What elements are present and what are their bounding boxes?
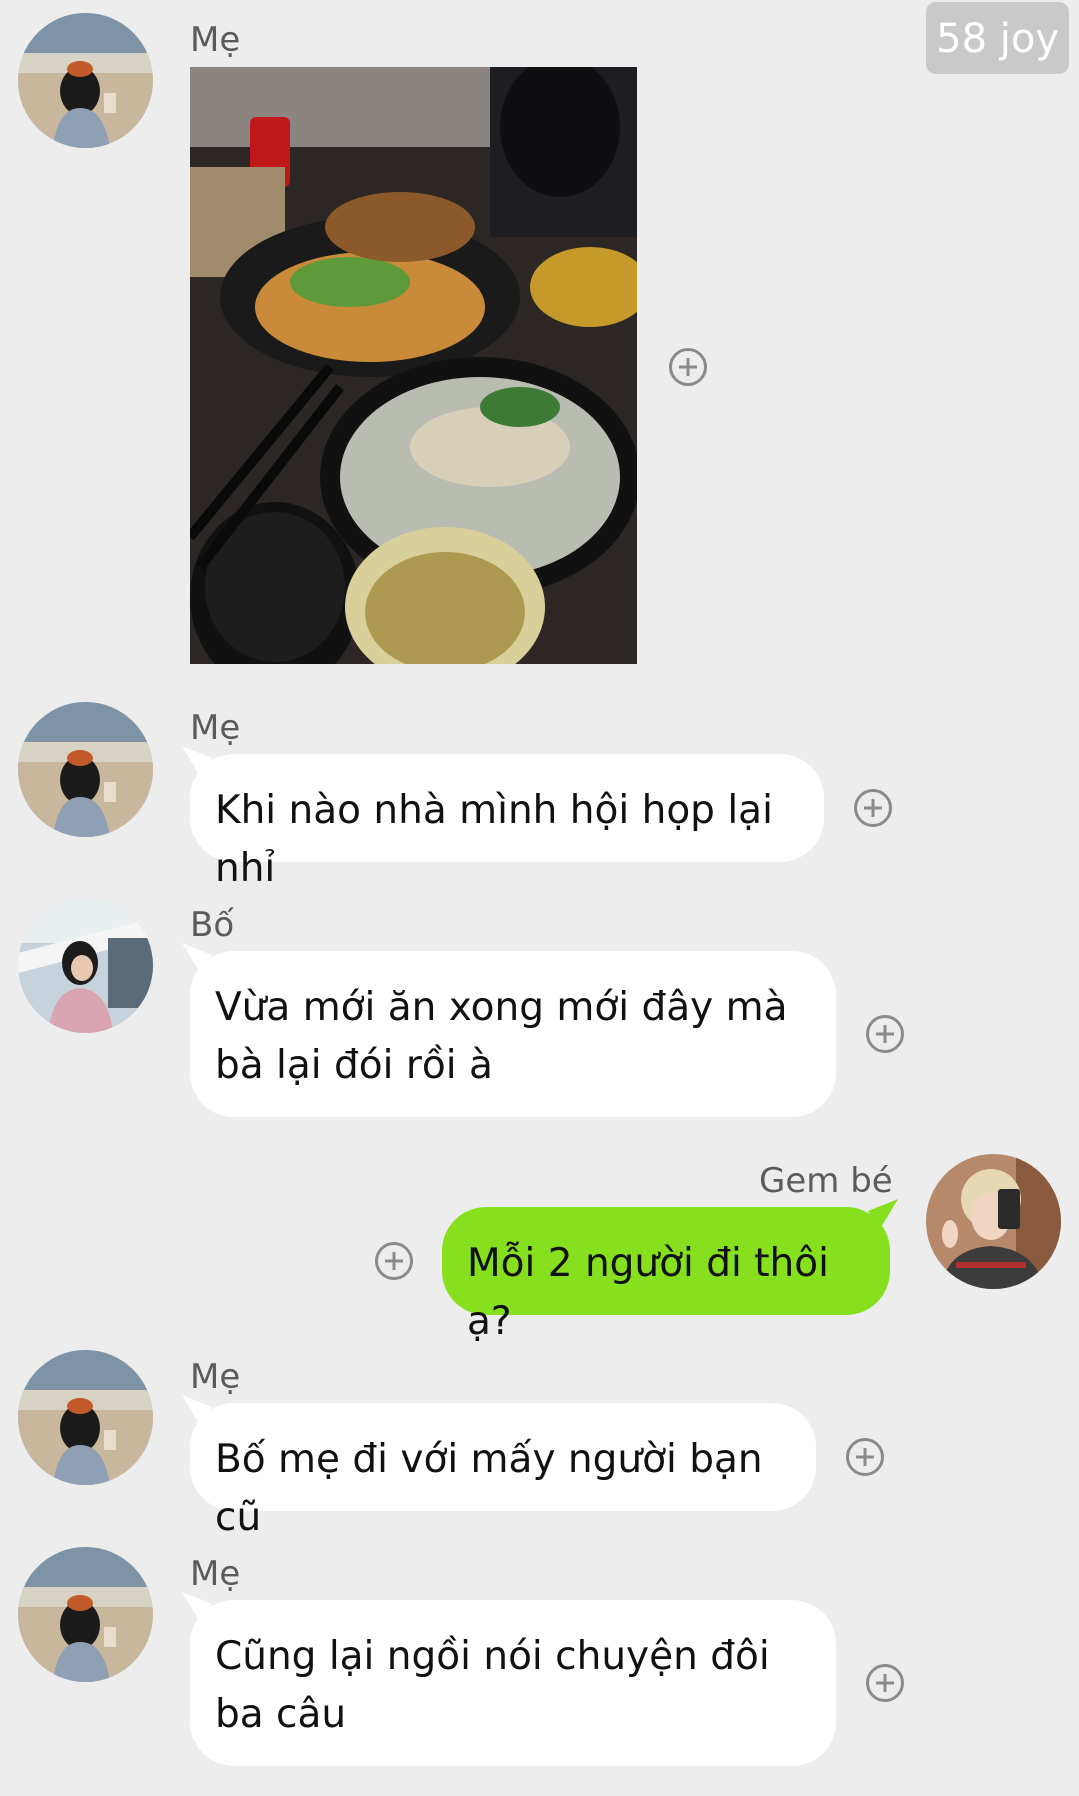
add-reaction-button[interactable]: [669, 348, 707, 386]
avatar-me[interactable]: [18, 702, 153, 837]
sender-name: Gem bé: [759, 1161, 893, 1201]
avatar-gem-be[interactable]: [926, 1154, 1061, 1289]
message-bubble[interactable]: Bố mẹ đi với mấy người bạn cũ: [190, 1403, 816, 1540]
message-bubble[interactable]: Khi nào nhà mình hội họp lại nhỉ: [190, 754, 824, 891]
sender-name: Mẹ: [190, 1357, 241, 1397]
food-photo[interactable]: [190, 67, 637, 664]
message-bubble[interactable]: Mỗi 2 người đi thôi ạ?: [442, 1207, 890, 1344]
avatar-bo[interactable]: [18, 898, 153, 1033]
sender-name: Mẹ: [190, 1554, 241, 1594]
add-reaction-button[interactable]: [866, 1015, 904, 1053]
avatar-me[interactable]: [18, 1350, 153, 1485]
sender-name: Mẹ: [190, 708, 241, 748]
avatar-me[interactable]: [18, 1547, 153, 1682]
sender-name: Mẹ: [190, 20, 241, 60]
add-reaction-button[interactable]: [375, 1242, 413, 1280]
message-bubble[interactable]: Cũng lại ngồi nói chuyện đôi ba câu: [190, 1600, 836, 1766]
sender-name: Bố: [190, 905, 235, 945]
avatar-me[interactable]: [18, 13, 153, 148]
watermark-badge: 58 joy: [926, 2, 1069, 74]
add-reaction-button[interactable]: [866, 1664, 904, 1702]
add-reaction-button[interactable]: [846, 1438, 884, 1476]
add-reaction-button[interactable]: [854, 789, 892, 827]
message-bubble[interactable]: Vừa mới ăn xong mới đây mà bà lại đói rồ…: [190, 951, 836, 1117]
